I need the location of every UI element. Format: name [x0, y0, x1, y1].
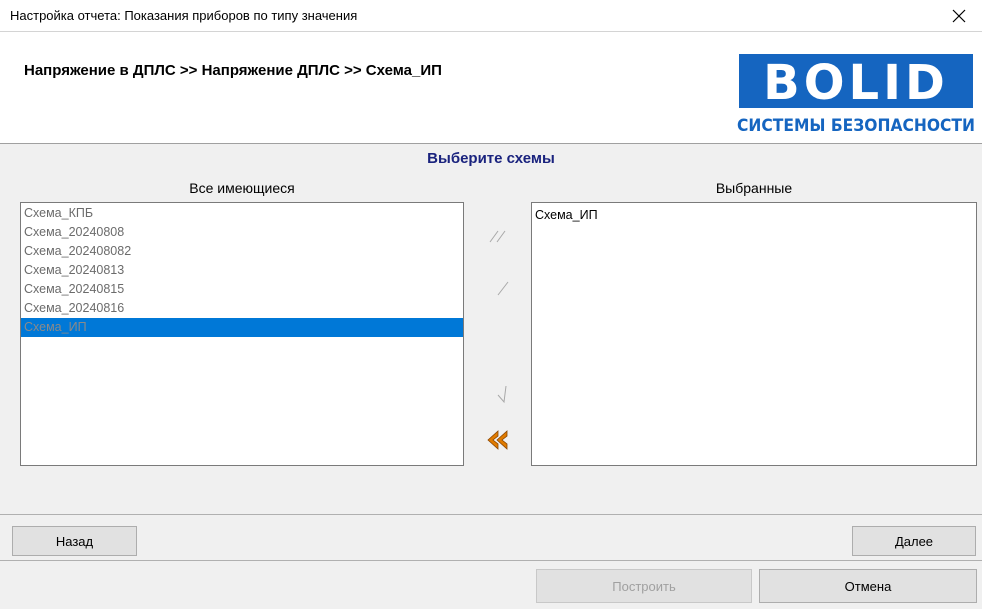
close-button[interactable] — [936, 0, 982, 31]
available-list-item[interactable]: Схема_20240815 — [21, 280, 463, 299]
next-button[interactable]: Далее — [852, 526, 976, 556]
move-all-left-button[interactable] — [482, 424, 514, 456]
cancel-button[interactable]: Отмена — [759, 569, 977, 603]
available-schemes-list[interactable]: Схема_КПБ Схема_20240808 Схема_202408082 Сх… — [20, 202, 464, 466]
available-list-item[interactable]: Схема_20240808 — [21, 223, 463, 242]
available-list-item[interactable]: Схема_20240816 — [21, 299, 463, 318]
selected-list-item[interactable]: Схема_ИП — [532, 206, 976, 225]
move-left-button[interactable] — [487, 378, 519, 410]
build-report-button[interactable]: Построить — [536, 569, 752, 603]
available-list-item[interactable]: Схема_20240813 — [21, 261, 463, 280]
section-title: Выберите схемы — [427, 150, 555, 167]
logo-word: BOLID — [763, 55, 949, 111]
selected-list-label: Выбранные — [715, 180, 793, 196]
logo-tagline: СИСТЕМЫ БЕЗОПАСНОСТИ — [737, 116, 975, 134]
breadcrumb: Напряжение в ДПЛС >> Напряжение ДПЛС >> … — [24, 62, 442, 79]
move-left-icon — [497, 385, 507, 404]
move-right-icon — [497, 281, 509, 296]
selected-schemes-list[interactable]: Схема_ИП — [531, 202, 977, 466]
available-list-label: Все имеющиеся — [189, 180, 295, 196]
move-all-right-button[interactable] — [482, 220, 514, 252]
scheme-selection-panel: Выберите схемы Все имеющиеся Выбранные С… — [0, 144, 982, 514]
move-all-right-icon — [489, 230, 506, 243]
move-right-button[interactable] — [487, 272, 519, 304]
title-bar: Настройка отчета: Показания приборов по … — [0, 0, 982, 32]
dialog-footer: Построить Отмена — [0, 560, 982, 609]
bolid-logo: BOLID СИСТЕМЫ БЕЗОПАСНОСТИ — [737, 54, 975, 134]
available-list-item[interactable]: Схема_202408082 — [21, 242, 463, 261]
available-list-item[interactable]: Схема_КПБ — [21, 204, 463, 223]
close-icon — [952, 9, 966, 22]
window-title: Настройка отчета: Показания приборов по … — [10, 8, 358, 23]
navigation-bar: Назад Далее — [0, 514, 982, 561]
move-all-left-icon — [487, 430, 508, 450]
back-button[interactable]: Назад — [12, 526, 137, 556]
report-header: Напряжение в ДПЛС >> Напряжение ДПЛС >> … — [0, 32, 982, 144]
available-list-item[interactable]: Схема_ИП — [21, 318, 463, 337]
